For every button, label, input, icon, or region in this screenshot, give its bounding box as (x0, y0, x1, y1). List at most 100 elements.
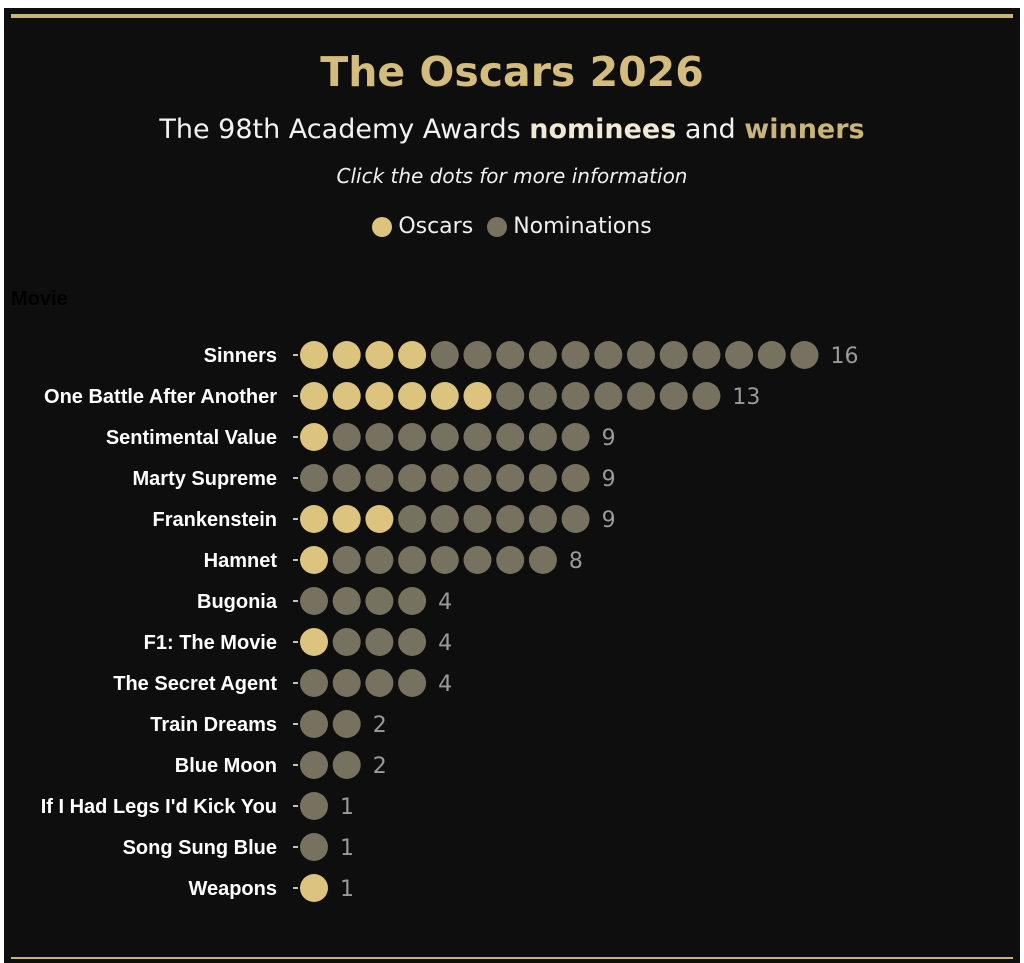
nomination-dot-sinners[interactable] (496, 341, 525, 369)
nomination-dot-sinners[interactable] (463, 341, 492, 369)
nomination-dot-frankenstein[interactable] (496, 505, 525, 533)
nomination-dot-blue-moon[interactable] (300, 751, 328, 779)
nomination-dot-train-dreams[interactable] (332, 710, 361, 738)
nomination-dot-train-dreams[interactable] (300, 710, 328, 738)
nomination-dot-marty-supreme[interactable] (430, 464, 459, 492)
nomination-dot-one-battle-after-another[interactable] (561, 382, 590, 410)
nomination-dot-hamnet[interactable] (528, 546, 557, 574)
oscar-dot-sinners[interactable] (300, 341, 328, 369)
nomination-dot-hamnet[interactable] (430, 546, 459, 574)
nomination-dot-sentimental-value[interactable] (463, 423, 492, 451)
nomination-dot-one-battle-after-another[interactable] (528, 382, 557, 410)
oscar-dot-one-battle-after-another[interactable] (430, 382, 459, 410)
movie-label-sentimental-value: Sentimental Value (106, 427, 277, 449)
oscar-dot-sinners[interactable] (365, 341, 394, 369)
nomination-count-sinners: 16 (831, 344, 859, 369)
nomination-dot-marty-supreme[interactable] (365, 464, 394, 492)
nomination-dot-marty-supreme[interactable] (398, 464, 427, 492)
nomination-count-hamnet: 8 (569, 549, 583, 574)
nomination-dot-sentimental-value[interactable] (332, 423, 361, 451)
oscar-dot-sinners[interactable] (398, 341, 427, 369)
nomination-dot-sinners[interactable] (627, 341, 655, 369)
nomination-dot-hamnet[interactable] (496, 546, 525, 574)
chart-panel: The Oscars 2026 The 98th Academy Awards … (4, 8, 1020, 963)
movie-label-blue-moon: Blue Moon (175, 755, 277, 777)
nomination-dot-frankenstein[interactable] (430, 505, 459, 533)
nomination-dot-sinners[interactable] (725, 341, 754, 369)
nomination-dot-one-battle-after-another[interactable] (659, 382, 688, 410)
oscar-dot-frankenstein[interactable] (300, 505, 328, 533)
movie-label-weapons: Weapons (188, 878, 277, 900)
nomination-dot-marty-supreme[interactable] (496, 464, 525, 492)
nomination-dot-sentimental-value[interactable] (398, 423, 427, 451)
nomination-dot-the-secret-agent[interactable] (300, 669, 328, 697)
oscar-dot-sentimental-value[interactable] (300, 423, 328, 451)
nomination-dot-frankenstein[interactable] (528, 505, 557, 533)
oscar-dot-one-battle-after-another[interactable] (463, 382, 492, 410)
nomination-dot-blue-moon[interactable] (332, 751, 361, 779)
nomination-dot-frankenstein[interactable] (561, 505, 590, 533)
oscar-dot-one-battle-after-another[interactable] (365, 382, 394, 410)
nomination-dot-the-secret-agent[interactable] (398, 669, 427, 697)
nomination-dot-one-battle-after-another[interactable] (594, 382, 623, 410)
nomination-dot-marty-supreme[interactable] (561, 464, 590, 492)
movie-label-marty-supreme: Marty Supreme (133, 468, 278, 490)
nomination-dot-marty-supreme[interactable] (463, 464, 492, 492)
oscar-dot-sinners[interactable] (332, 341, 361, 369)
nomination-dot-bugonia[interactable] (365, 587, 394, 615)
nomination-dot-hamnet[interactable] (398, 546, 427, 574)
nomination-dot-sinners[interactable] (561, 341, 590, 369)
nomination-dot-sentimental-value[interactable] (496, 423, 525, 451)
movie-label-sinners: Sinners (204, 345, 277, 367)
nomination-dot-f1-the-movie[interactable] (398, 628, 427, 656)
movie-label-if-i-had-legs-i-d-kick-you: If I Had Legs I'd Kick You (41, 796, 277, 818)
nomination-dot-f1-the-movie[interactable] (365, 628, 394, 656)
nomination-dot-bugonia[interactable] (398, 587, 427, 615)
nomination-dot-sentimental-value[interactable] (430, 423, 459, 451)
movie-label-f1-the-movie: F1: The Movie (144, 632, 277, 654)
nomination-dot-the-secret-agent[interactable] (332, 669, 361, 697)
nomination-dot-the-secret-agent[interactable] (365, 669, 394, 697)
oscar-dot-frankenstein[interactable] (365, 505, 394, 533)
nomination-dot-sinners[interactable] (692, 341, 721, 369)
nomination-dot-hamnet[interactable] (332, 546, 361, 574)
nomination-dot-sinners[interactable] (659, 341, 688, 369)
nomination-dot-frankenstein[interactable] (463, 505, 492, 533)
bottom-rule (11, 957, 1013, 959)
nomination-dot-song-sung-blue[interactable] (300, 833, 328, 861)
oscar-dot-frankenstein[interactable] (332, 505, 361, 533)
oscar-dot-one-battle-after-another[interactable] (300, 382, 328, 410)
nomination-dot-marty-supreme[interactable] (300, 464, 328, 492)
nomination-dot-sinners[interactable] (430, 341, 459, 369)
dot-plot: Sinners 16 One Battle After Another 13 Senti… (41, 341, 859, 902)
nomination-dot-bugonia[interactable] (332, 587, 361, 615)
nomination-dot-marty-supreme[interactable] (528, 464, 557, 492)
oscar-dot-weapons[interactable] (300, 874, 328, 902)
nomination-dot-sentimental-value[interactable] (561, 423, 590, 451)
nomination-dot-one-battle-after-another[interactable] (627, 382, 655, 410)
nomination-dot-hamnet[interactable] (365, 546, 394, 574)
nomination-dot-frankenstein[interactable] (398, 505, 427, 533)
nomination-count-song-sung-blue: 1 (340, 836, 354, 861)
oscar-dot-one-battle-after-another[interactable] (398, 382, 427, 410)
nomination-dot-if-i-had-legs-i-d-kick-you[interactable] (300, 792, 328, 820)
nomination-dot-marty-supreme[interactable] (332, 464, 361, 492)
nomination-dot-bugonia[interactable] (300, 587, 328, 615)
nomination-count-the-secret-agent: 4 (438, 672, 452, 697)
nomination-dot-one-battle-after-another[interactable] (692, 382, 721, 410)
movie-label-the-secret-agent: The Secret Agent (113, 673, 277, 695)
nomination-dot-sentimental-value[interactable] (528, 423, 557, 451)
nomination-dot-f1-the-movie[interactable] (332, 628, 361, 656)
oscar-dot-f1-the-movie[interactable] (300, 628, 328, 656)
nomination-dot-hamnet[interactable] (463, 546, 492, 574)
nomination-dot-sinners[interactable] (528, 341, 557, 369)
nomination-dot-sinners[interactable] (594, 341, 623, 369)
nomination-dot-sinners[interactable] (790, 341, 819, 369)
oscar-dot-one-battle-after-another[interactable] (332, 382, 361, 410)
nomination-dot-sentimental-value[interactable] (365, 423, 394, 451)
nomination-dot-sinners[interactable] (757, 341, 786, 369)
movie-label-song-sung-blue: Song Sung Blue (123, 837, 277, 859)
nomination-dot-one-battle-after-another[interactable] (496, 382, 525, 410)
oscar-dot-hamnet[interactable] (300, 546, 328, 574)
movie-label-bugonia: Bugonia (197, 591, 278, 613)
